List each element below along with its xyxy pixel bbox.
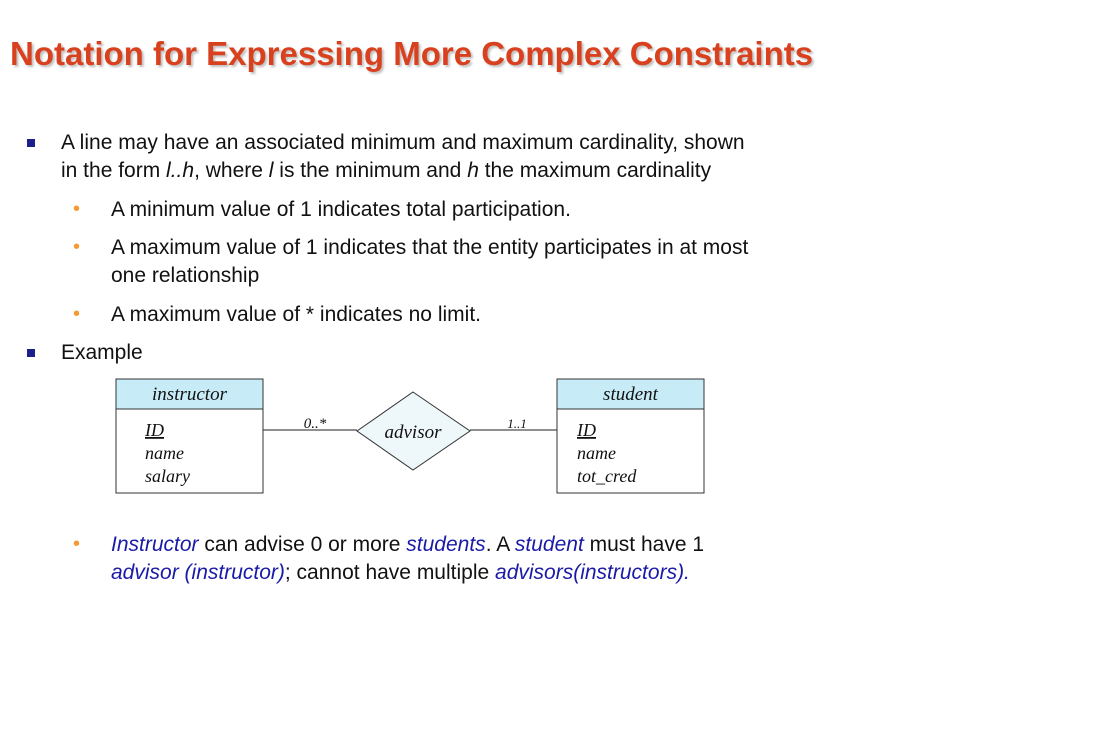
student-entity: student ID name tot_cred (556, 378, 705, 494)
student-term: student (514, 533, 584, 556)
instructor-entity-name: instructor (152, 384, 228, 405)
text-fragment: . A (485, 533, 515, 556)
note-line-2: advisor (instructor); cannot have multip… (111, 559, 690, 587)
advisor-instructor-term: advisor (instructor) (111, 561, 285, 584)
instructor-attr-id: ID (144, 420, 164, 440)
student-attr-tot-cred: tot_cred (577, 466, 637, 486)
left-cardinality-label: 0..* (304, 416, 327, 432)
instructor-attr-salary: salary (145, 466, 190, 486)
advisors-instructors-term: advisors(instructors). (495, 561, 690, 584)
note-line-1: Instructor can advise 0 or more students… (111, 531, 704, 559)
advisor-relationship: advisor (356, 391, 471, 471)
text-fragment: must have 1 (583, 533, 705, 556)
student-entity-name: student (603, 384, 659, 405)
instructor-term: Instructor (111, 533, 199, 556)
student-attr-id: ID (576, 420, 596, 440)
students-term: students (406, 533, 486, 556)
text-fragment: ; cannot have multiple (284, 561, 496, 584)
student-attr-name: name (577, 443, 616, 463)
instructor-entity: instructor ID name salary (115, 378, 264, 494)
right-cardinality-label: 1..1 (507, 416, 527, 431)
advisor-label: advisor (385, 422, 443, 443)
dot-bullet-icon: • (73, 533, 81, 555)
text-fragment: can advise 0 or more (198, 533, 407, 556)
instructor-attr-name: name (145, 443, 184, 463)
er-diagram: instructor ID name salary advisor 0..* 1… (115, 378, 705, 494)
